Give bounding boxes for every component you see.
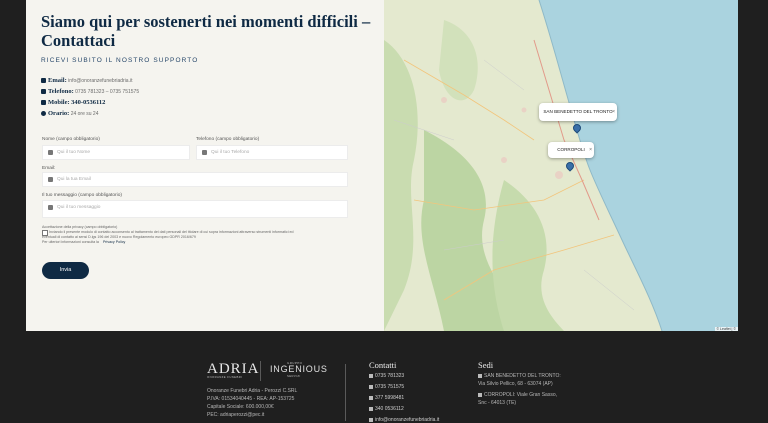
phone-icon <box>369 384 373 389</box>
footer-contact-phone-2[interactable]: 0735 751575 <box>369 384 404 390</box>
company-line-1: Onoranze Funebri Adria - Perozzi C.SRL <box>207 388 298 394</box>
adria-logo-sub: ONORANZE FUNEBRI <box>207 375 243 379</box>
page-title: Siamo qui per sostenerti nei momenti dif… <box>41 12 371 50</box>
mobile-icon <box>369 395 373 400</box>
clock-icon <box>41 111 46 117</box>
contact-section: Siamo qui per sostenerti nei momenti dif… <box>26 0 738 331</box>
contact-phone-label: Telefono: <box>48 88 74 95</box>
privacy-more-info: Per ulteriori informazioni consulta la <box>42 240 99 244</box>
message-textarea[interactable]: Qui il tuo messaggio <box>42 200 348 218</box>
close-icon[interactable]: × <box>612 103 615 121</box>
footer-contact-mobile-1[interactable]: 377 5998481 <box>369 395 404 401</box>
company-line-4: PEC: adriaperozzi@pec.it <box>207 412 265 418</box>
user-icon <box>48 150 53 155</box>
privacy-policy-link[interactable]: Privacy Policy <box>103 240 125 244</box>
ingenious-logo-sub: SERVIZI <box>287 374 301 378</box>
company-line-2: P.IVA: 01534040445 - REA: AP-153725 <box>207 396 295 402</box>
contact-hours-label: Orario: <box>48 110 70 117</box>
email-input[interactable]: Qui la tua Email <box>42 172 348 187</box>
map-attribution[interactable]: © Leaflet | © <box>714 327 738 331</box>
footer-contact-email-text: info@onoranzefunebriadria.it <box>375 417 440 423</box>
sedi-heading: Sedi <box>478 360 494 370</box>
email-icon <box>41 78 46 84</box>
phone-icon <box>41 89 46 95</box>
name-placeholder: Qui il tuo Nome <box>57 150 91 155</box>
footer-contact-phone-2-text: 0735 751575 <box>375 384 405 390</box>
contact-hours: Orario: 24 ore su 24 <box>41 110 99 117</box>
contact-phone: Telefono: 0735 781323 – 0735 751575 <box>41 88 139 95</box>
privacy-text-line2: eventuali di contatto ai sensi D.lgs 196… <box>42 235 196 239</box>
footer-contact-mobile-2[interactable]: 340 0536112 <box>369 406 404 412</box>
message-label: Il tuo messaggio (campo obbligatorio) <box>42 193 122 198</box>
phone-placeholder: Qui il tuo Telefono <box>211 150 250 155</box>
sede-corropoli-address: Snc - 64013 (TE) <box>478 400 517 406</box>
footer-contact-mobile-1-text: 377 5998481 <box>375 395 405 401</box>
contact-email-value[interactable]: info@onoranzefunebriadria.it <box>68 78 132 84</box>
sede-corropoli-name: CORROPOLI: Viale Gran Sasso, <box>484 392 557 398</box>
map-tiles <box>384 0 738 331</box>
map-popup-san-benedetto: SAN BENEDETTO DEL TRONTO × <box>539 103 617 121</box>
submit-button[interactable]: Invia <box>42 262 89 279</box>
contact-hours-value: 24 ore su 24 <box>70 111 99 117</box>
envelope-icon <box>48 177 53 182</box>
privacy-text-line1: Inviando il presente modulo di contatto … <box>49 230 294 234</box>
email-icon <box>369 417 373 422</box>
privacy-text-line3: Per ulteriori informazioni consulta la P… <box>42 240 125 244</box>
sede-san-benedetto: SAN BENEDETTO DEL TRONTO: Via Silvio Pel… <box>478 372 561 388</box>
close-icon[interactable]: × <box>589 142 592 158</box>
sede-corropoli: CORROPOLI: Viale Gran Sasso, Snc - 64013… <box>478 391 557 407</box>
contact-mobile-label: Mobile: <box>48 99 70 106</box>
contact-form-column: Siamo qui per sostenerti nei momenti dif… <box>26 0 384 331</box>
logo-divider <box>260 361 261 381</box>
contact-mobile-value[interactable]: 340-0536112 <box>71 99 105 106</box>
mobile-icon <box>369 406 373 411</box>
phone-input[interactable]: Qui il tuo Telefono <box>196 145 348 160</box>
map[interactable]: SAN BENEDETTO DEL TRONTO × CORROPOLI × ©… <box>384 0 738 331</box>
phone-label: Telefono (campo obbligatorio) <box>196 137 260 142</box>
flag-icon <box>478 373 482 378</box>
contact-email-label: Email: <box>48 77 67 84</box>
email-label: Email: <box>42 166 56 171</box>
message-placeholder: Qui il tuo messaggio <box>57 205 101 210</box>
company-line-3: Capitale Sociale: 600.000,00€ <box>207 404 274 410</box>
pencil-icon <box>48 205 53 210</box>
contacts-heading: Contatti <box>369 360 397 370</box>
sede-san-benedetto-address: Via Silvio Pellico, 68 - 63074 (AP) <box>478 381 553 387</box>
popup-corropoli-label: CORROPOLI <box>557 147 585 152</box>
contact-mobile: Mobile: 340-0536112 <box>41 99 105 106</box>
name-label: Nome (campo obbligatorio) <box>42 137 100 142</box>
mobile-icon <box>41 100 46 106</box>
privacy-title: Accettazione della privacy (campo obblig… <box>42 225 118 229</box>
page-subtitle: RICEVI SUBITO IL NOSTRO SUPPORTO <box>41 57 199 64</box>
footer-contact-mobile-2-text: 340 0536112 <box>375 406 404 412</box>
sede-san-benedetto-name: SAN BENEDETTO DEL TRONTO: <box>484 373 561 379</box>
footer-contact-email[interactable]: info@onoranzefunebriadria.it <box>369 417 439 423</box>
footer-divider <box>345 364 346 421</box>
email-placeholder: Qui la tua Email <box>57 177 91 182</box>
name-input[interactable]: Qui il tuo Nome <box>42 145 190 160</box>
popup-san-benedetto-label: SAN BENEDETTO DEL TRONTO <box>543 109 613 114</box>
phone-icon <box>369 373 373 378</box>
flag-icon <box>478 392 482 397</box>
footer-contact-phone-1[interactable]: 0735 781323 <box>369 373 404 379</box>
contact-phone-value[interactable]: 0735 781323 – 0735 751575 <box>75 89 139 95</box>
phone-field-icon <box>202 150 207 155</box>
contact-email: Email: info@onoranzefunebriadria.it <box>41 77 132 84</box>
ingenious-logo: INGENIOUS <box>270 364 328 374</box>
map-popup-corropoli: CORROPOLI × <box>548 142 594 158</box>
footer-contact-phone-1-text: 0735 781323 <box>375 373 405 379</box>
